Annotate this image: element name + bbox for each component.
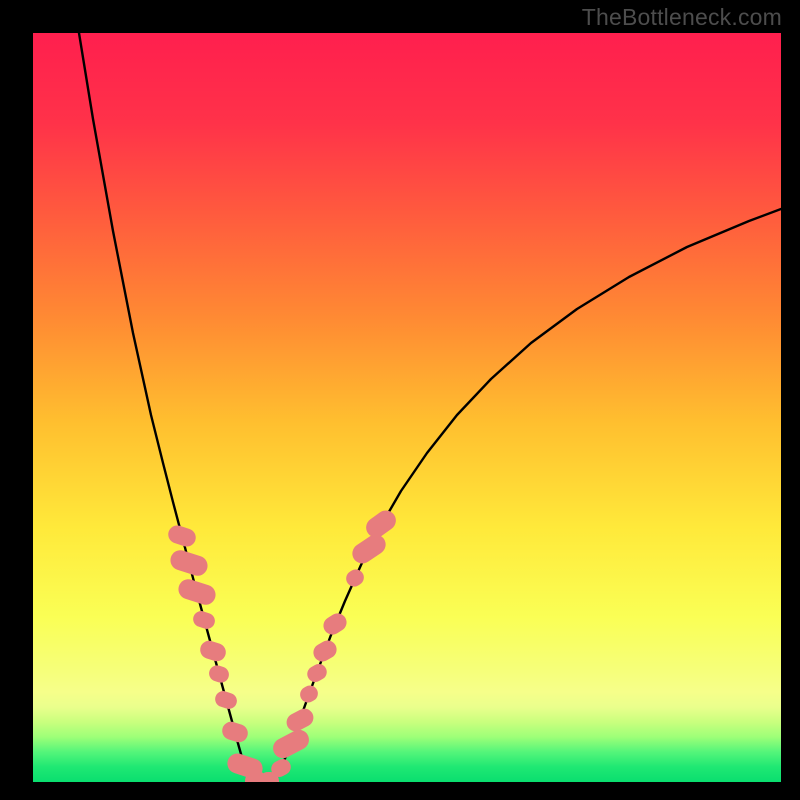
- bead-marker: [191, 609, 217, 631]
- bead-marker: [213, 689, 239, 711]
- bead-marker: [304, 661, 329, 685]
- bead-marker: [348, 531, 389, 568]
- bead-marker: [207, 663, 231, 684]
- plot-area: [33, 33, 781, 782]
- watermark-text: TheBottleneck.com: [582, 4, 782, 31]
- bead-marker: [297, 683, 321, 706]
- bead-marker: [270, 726, 313, 761]
- bead-marker: [198, 638, 228, 663]
- bead-marker: [283, 705, 316, 734]
- bead-layer: [33, 33, 781, 782]
- bead-marker: [320, 610, 350, 638]
- bead-marker: [310, 637, 340, 665]
- bead-marker: [176, 577, 218, 608]
- bead-marker: [168, 548, 210, 579]
- bead-marker: [220, 719, 250, 744]
- chart-frame: TheBottleneck.com: [0, 0, 800, 800]
- bead-marker: [343, 566, 367, 589]
- bead-marker: [166, 523, 198, 549]
